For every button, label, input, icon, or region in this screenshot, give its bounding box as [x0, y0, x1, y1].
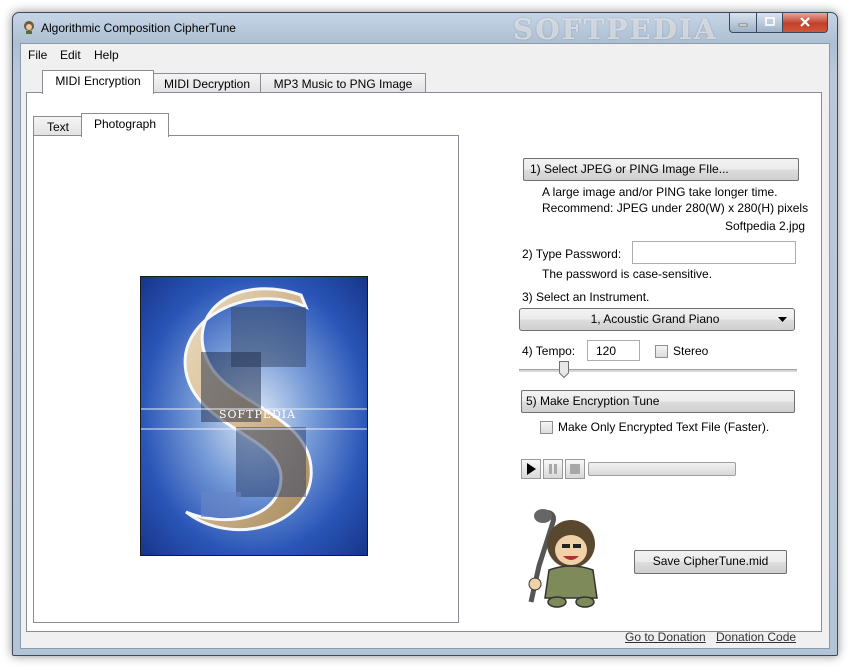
password-hint: The password is case-sensitive.	[542, 267, 713, 281]
password-input[interactable]	[632, 241, 796, 264]
menu-help[interactable]: Help	[94, 48, 119, 62]
maximize-icon	[764, 17, 775, 26]
tempo-slider-thumb[interactable]	[559, 361, 570, 379]
close-icon	[800, 17, 810, 27]
text-only-checkbox[interactable]	[540, 421, 553, 434]
subtab-text[interactable]: Text	[33, 116, 83, 137]
make-encryption-tune-button[interactable]: 5) Make Encryption Tune	[521, 390, 795, 413]
play-button[interactable]	[521, 459, 541, 479]
title-bar[interactable]: Algorithmic Composition CipherTune SOFTP…	[13, 13, 837, 46]
pause-icon	[549, 464, 557, 474]
stereo-checkbox[interactable]	[655, 345, 668, 358]
app-icon	[24, 21, 34, 34]
tempo-input[interactable]	[587, 340, 640, 361]
watermark-logo: SOFTPEDIA	[513, 13, 718, 46]
donation-link[interactable]: Go to Donation	[625, 630, 706, 644]
select-image-button[interactable]: 1) Select JPEG or PING Image FIle...	[523, 158, 799, 181]
play-icon	[527, 463, 536, 475]
client-area: File Edit Help MIDI Encryption MIDI Decr…	[20, 43, 830, 649]
image-hint-1: A large image and/or PING take longer ti…	[542, 185, 778, 199]
selected-file-name: Softpedia 2.jpg	[725, 219, 806, 233]
mascot-icon	[528, 509, 598, 608]
playback-progress-bar	[588, 462, 736, 476]
preview-image: SOFTPEDIA	[140, 276, 368, 556]
donation-code-link[interactable]: Donation Code	[716, 630, 796, 644]
tab-midi-decryption[interactable]: MIDI Decryption	[152, 73, 262, 94]
tab-mp3-to-png[interactable]: MP3 Music to PNG Image	[260, 73, 426, 94]
app-window: Algorithmic Composition CipherTune SOFTP…	[12, 12, 838, 656]
subtab-photograph[interactable]: Photograph	[81, 113, 169, 137]
tempo-label: 4) Tempo:	[522, 344, 576, 358]
password-label: 2) Type Password:	[522, 247, 622, 261]
menu-edit[interactable]: Edit	[60, 48, 81, 62]
image-hint-2: Recommend: JPEG under 280(W) x 280(H) pi…	[542, 201, 809, 215]
preview-caption: SOFTPEDIA	[219, 408, 297, 421]
slider-thumb-icon	[559, 361, 570, 379]
instrument-select[interactable]: 1, Acoustic Grand Piano	[519, 308, 795, 331]
pause-button[interactable]	[543, 459, 563, 479]
stereo-label: Stereo	[673, 344, 709, 358]
minimize-button[interactable]	[729, 13, 757, 33]
menu-bar: File Edit Help	[21, 44, 829, 66]
close-button[interactable]	[782, 13, 828, 33]
menu-file[interactable]: File	[28, 48, 47, 62]
instrument-selected: 1, Acoustic Grand Piano	[590, 312, 720, 326]
text-only-label: Make Only Encrypted Text File (Faster).	[558, 420, 770, 434]
chevron-down-icon	[778, 317, 787, 322]
window-title: Algorithmic Composition CipherTune	[41, 21, 236, 35]
stop-button[interactable]	[565, 459, 585, 479]
maximize-button[interactable]	[756, 13, 783, 33]
encryption-panel: Text Photograph SOFTPEDIA 1) Select JPEG…	[26, 92, 822, 644]
save-ciphertune-button[interactable]: Save CipherTune.mid	[634, 550, 787, 574]
stop-icon	[570, 464, 580, 474]
minimize-icon	[738, 23, 748, 27]
tab-midi-encryption[interactable]: MIDI Encryption	[42, 70, 154, 94]
photograph-panel: SOFTPEDIA	[33, 135, 459, 623]
instrument-label: 3) Select an Instrument.	[522, 290, 650, 304]
